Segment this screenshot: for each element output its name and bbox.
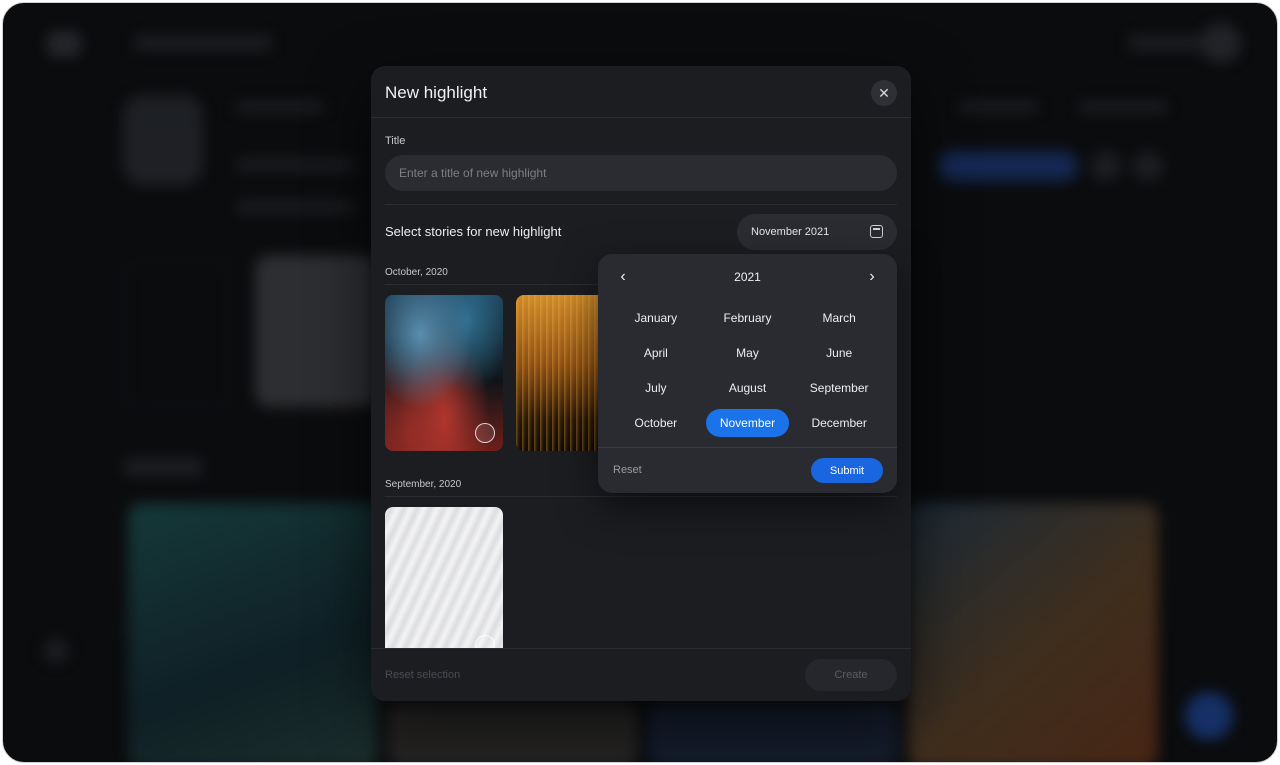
background-button xyxy=(938,151,1078,181)
picker-reset-button[interactable]: Reset xyxy=(613,464,642,476)
date-filter-label: November 2021 xyxy=(751,226,830,238)
title-input[interactable] xyxy=(385,155,897,191)
background-line xyxy=(235,159,355,171)
group-label-september: September, 2020 xyxy=(385,479,462,490)
month-option[interactable]: November xyxy=(705,409,790,437)
month-option[interactable]: September xyxy=(797,374,881,402)
month-option[interactable]: October xyxy=(614,409,698,437)
modal-title: New highlight xyxy=(385,83,488,102)
background-line xyxy=(123,458,203,476)
month-option[interactable]: June xyxy=(797,339,881,367)
background-search xyxy=(133,35,273,51)
month-option[interactable]: May xyxy=(706,339,790,367)
background-round-button xyxy=(1133,151,1163,181)
background-profile-avatar xyxy=(123,95,203,185)
group-label-october: October, 2020 xyxy=(385,267,448,278)
background-tile xyxy=(908,503,1158,762)
month-option[interactable]: April xyxy=(614,339,698,367)
story-thumbnail[interactable] xyxy=(385,507,503,663)
date-filter-button[interactable]: November 2021 xyxy=(737,214,897,250)
background-tile xyxy=(648,703,898,762)
month-option[interactable]: July xyxy=(614,374,698,402)
story-thumbnail[interactable] xyxy=(385,295,503,451)
app-logo xyxy=(47,31,81,57)
modal-footer: Reset selection Create xyxy=(371,648,911,701)
divider xyxy=(385,204,897,205)
month-option[interactable]: March xyxy=(797,304,881,332)
app-window: New highlight ✕ Title Select stories for… xyxy=(2,2,1278,763)
close-button[interactable]: ✕ xyxy=(871,80,897,106)
background-line xyxy=(235,101,325,113)
background-line xyxy=(235,201,355,213)
background-line xyxy=(958,101,1038,113)
title-label: Title xyxy=(385,135,406,147)
picker-year: 2021 xyxy=(734,270,761,284)
month-option[interactable]: January xyxy=(614,304,698,332)
month-option[interactable]: August xyxy=(706,374,790,402)
next-year-button[interactable]: › xyxy=(862,267,882,287)
background-tile xyxy=(388,703,638,762)
background-icon xyxy=(43,638,69,664)
reset-selection-button[interactable]: Reset selection xyxy=(385,669,460,681)
picker-divider xyxy=(598,447,897,448)
create-button[interactable]: Create xyxy=(805,659,897,691)
picker-submit-button[interactable]: Submit xyxy=(811,458,883,483)
background-tile xyxy=(128,503,378,762)
background-tile xyxy=(123,258,231,408)
background-round-button xyxy=(1091,151,1121,181)
divider xyxy=(385,496,897,497)
background-user-name xyxy=(1127,35,1207,51)
story-select-checkbox[interactable] xyxy=(475,423,495,443)
calendar-icon xyxy=(870,225,883,238)
modal-header: New highlight ✕ xyxy=(371,66,911,118)
month-option[interactable]: December xyxy=(797,409,881,437)
section-title: Select stories for new highlight xyxy=(385,224,562,239)
background-line xyxy=(1078,101,1168,113)
month-grid: January February March April May June Ju… xyxy=(610,304,885,437)
month-picker-popover: ‹ 2021 › January February March April Ma… xyxy=(598,254,897,493)
month-option[interactable]: February xyxy=(706,304,790,332)
background-avatar xyxy=(1201,23,1241,63)
chevron-right-icon: › xyxy=(869,268,875,285)
background-fab xyxy=(1185,692,1233,740)
background-tile xyxy=(255,255,375,407)
close-icon: ✕ xyxy=(878,84,890,101)
